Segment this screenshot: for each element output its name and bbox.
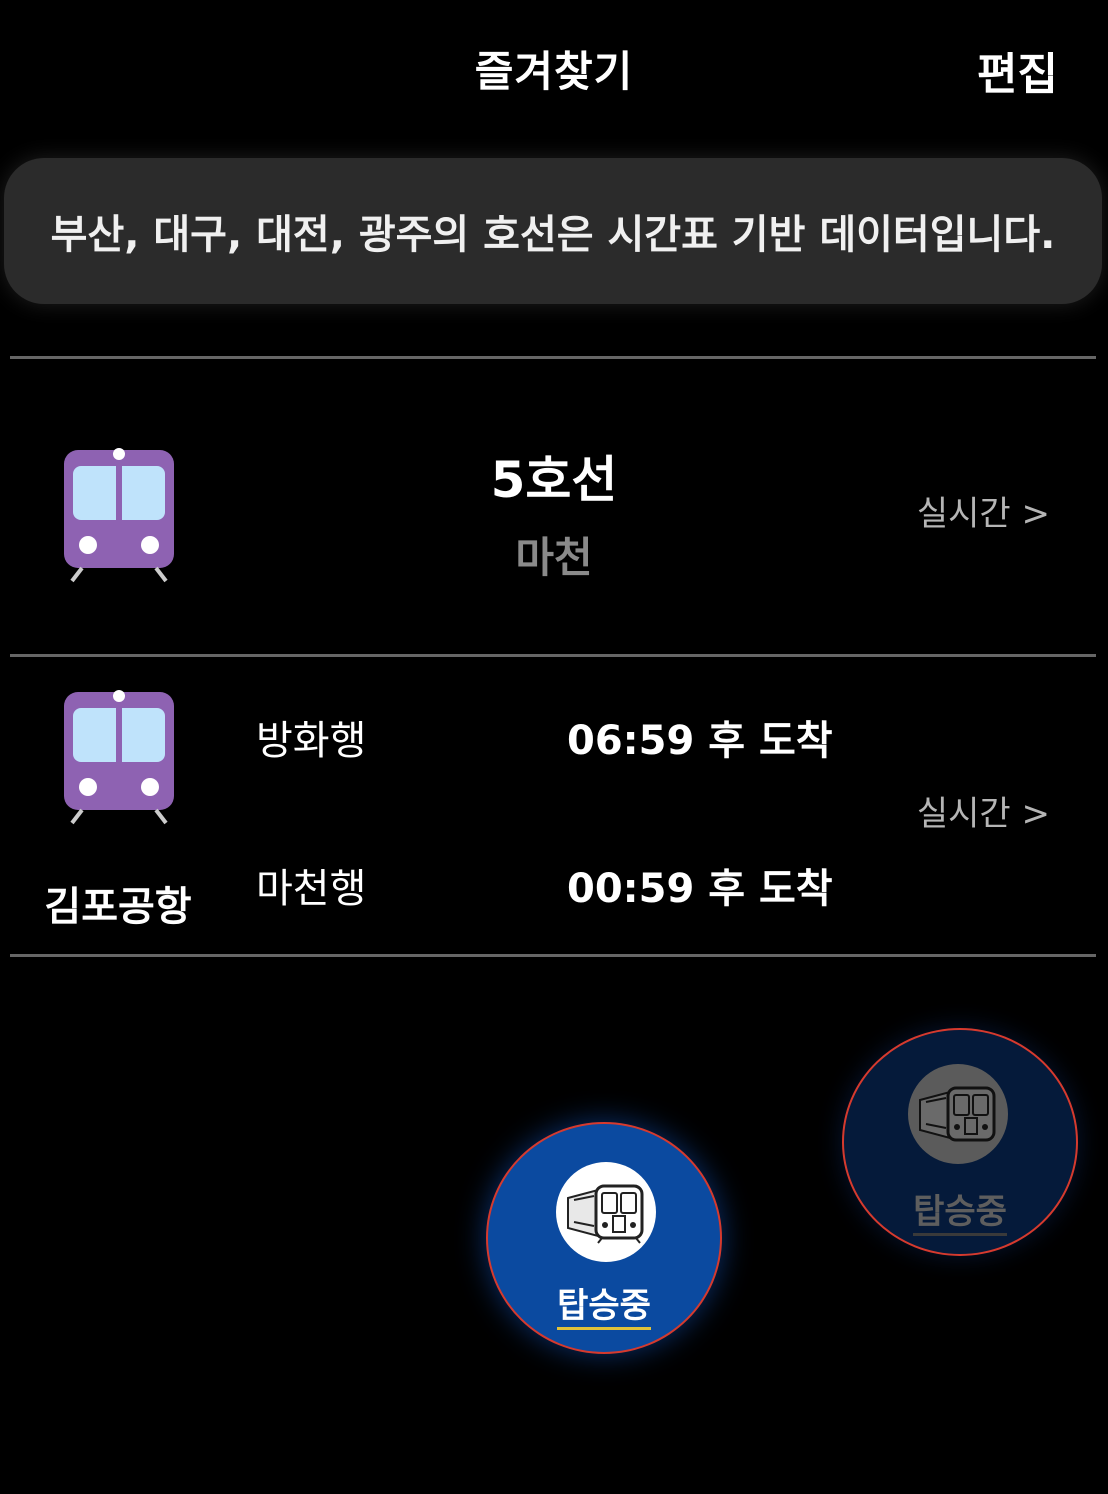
- divider: [10, 654, 1096, 657]
- train-front-icon: [64, 690, 174, 825]
- arrival-direction: 방화행: [256, 718, 367, 764]
- arrival-time: 00:59 후 도착: [567, 866, 833, 912]
- divider: [10, 356, 1096, 359]
- notice-banner: 부산, 대구, 대전, 광주의 호선은 시간표 기반 데이터입니다.: [4, 158, 1102, 304]
- arrival-time: 06:59 후 도착: [567, 718, 833, 764]
- divider: [10, 954, 1096, 957]
- subway-train-icon: [908, 1064, 1008, 1164]
- boarding-button-inactive[interactable]: 탑승중: [842, 1028, 1078, 1256]
- boarding-label: 탑승중: [913, 1192, 1007, 1236]
- subway-train-icon: [556, 1162, 656, 1262]
- boarding-button-active[interactable]: 탑승중: [486, 1122, 722, 1354]
- edit-button[interactable]: 편집: [977, 38, 1058, 102]
- arrival-direction: 마천행: [256, 866, 367, 912]
- boarding-label: 탑승중: [557, 1286, 651, 1330]
- header-bar: 즐겨찾기 편집: [0, 0, 1108, 130]
- page-title: 즐겨찾기: [474, 47, 634, 96]
- realtime-link[interactable]: 실시간 >: [917, 786, 1050, 835]
- notice-text: 부산, 대구, 대전, 광주의 호선은 시간표 기반 데이터입니다.: [50, 212, 1056, 258]
- station-name: 김포공항: [44, 884, 192, 930]
- realtime-link[interactable]: 실시간 >: [917, 486, 1050, 535]
